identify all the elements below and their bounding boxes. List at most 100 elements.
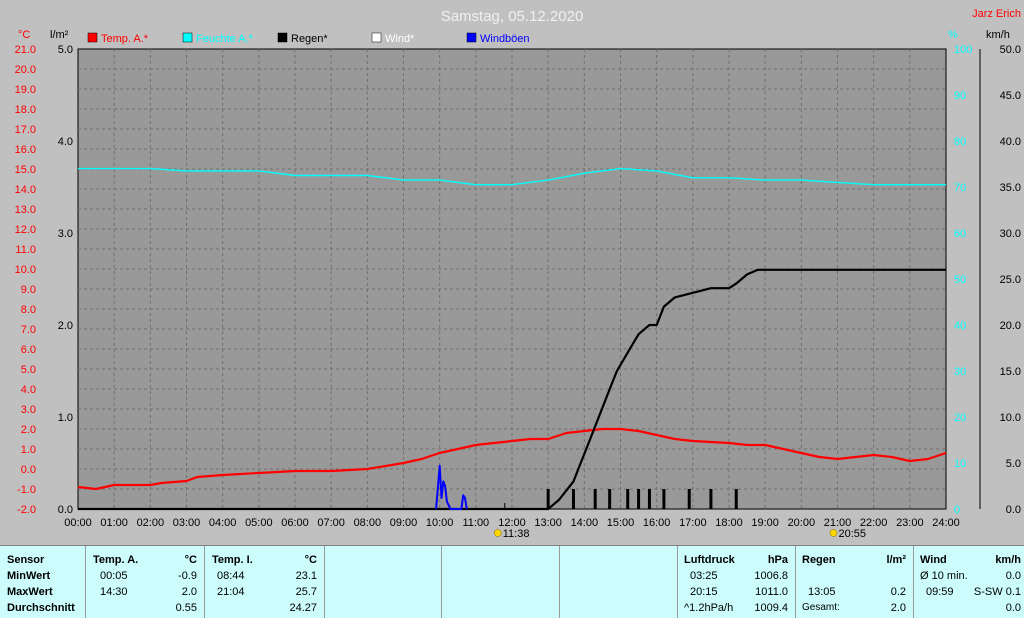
temp-tick-label: 13.0	[15, 204, 36, 216]
pressure-trend-label: ^1.2hPa/h	[684, 602, 734, 614]
temp-tick-label: 19.0	[15, 84, 36, 96]
wind-tick-label: 50.0	[1000, 44, 1021, 56]
humidity-tick-label: 50	[954, 274, 966, 286]
temp-i-max: 25.7	[295, 586, 317, 598]
temp-a-max: 2.0	[181, 586, 197, 598]
temp-tick-label: 1.0	[21, 444, 36, 456]
pressure-unit: hPa	[767, 554, 788, 566]
temp-i-header: Temp. I.	[212, 554, 253, 566]
wind-tick-label: 20.0	[1000, 320, 1021, 332]
pressure-max: 1011.0	[755, 586, 788, 598]
stats-rain-col: Regen l/m² 13:05 0.2 Gesamt: 2.0	[796, 546, 914, 618]
sunrise-icon	[493, 529, 502, 537]
rain-unit-label: l/m²	[50, 29, 69, 41]
temp-tick-label: 18.0	[15, 104, 36, 116]
chart-title: Samstag, 05.12.2020	[441, 8, 584, 25]
humidity-tick-label: 90	[954, 90, 966, 102]
humidity-tick-label: 100	[954, 44, 972, 56]
rain-total-label: Gesamt:	[802, 602, 840, 613]
x-tick-label: 20:00	[788, 517, 816, 529]
humidity-tick-label: 70	[954, 182, 966, 194]
x-tick-label: 00:00	[64, 517, 92, 529]
rain-max: 0.2	[890, 586, 906, 598]
humidity-tick-label: 20	[954, 412, 966, 424]
temp-i-min-time: 08:44	[217, 570, 245, 582]
wind-tick-label: 40.0	[1000, 136, 1021, 148]
temp-tick-label: -2.0	[17, 504, 36, 516]
sunrise-time: 11:38	[503, 528, 530, 540]
x-tick-label: 24:00	[932, 517, 960, 529]
wind-tick-label: 10.0	[1000, 412, 1021, 424]
sunset-time: 20:55	[838, 528, 866, 540]
wind-avg: 0.0	[1005, 570, 1021, 582]
rain-tick-label: 5.0	[58, 44, 73, 56]
stats-row-avg: Durchschnitt	[7, 602, 75, 614]
legend-swatch	[466, 32, 477, 43]
x-tick-label: 10:00	[426, 517, 454, 529]
legend-swatch	[371, 32, 382, 43]
weather-chart: Samstag, 05.12.2020 Jarz Erich Temp. A.*…	[15, 8, 1021, 540]
temp-a-avg: 0.55	[175, 602, 197, 614]
wind-max: S-SW 0.1	[973, 586, 1021, 598]
legend: Temp. A.* Feuchte A.* Regen* Wind* Windböen	[87, 32, 530, 45]
rain-tick-label: 0.0	[58, 504, 73, 516]
legend-swatch	[182, 32, 193, 43]
wind-header: Wind	[920, 554, 947, 566]
humidity-tick-label: 80	[954, 136, 966, 148]
wind-tick-label: 5.0	[1006, 458, 1021, 470]
rain-tick-label: 3.0	[58, 228, 73, 240]
temp-tick-label: 5.0	[21, 364, 36, 376]
stats-empty-col-2	[442, 546, 560, 618]
wind-tick-label: 45.0	[1000, 90, 1021, 102]
author-label: Jarz Erich	[972, 8, 1021, 20]
x-tick-label: 04:00	[209, 517, 237, 529]
legend-swatch	[87, 32, 98, 43]
humidity-tick-label: 10	[954, 458, 966, 470]
x-tick-label: 02:00	[137, 517, 165, 529]
rain-total: 2.0	[890, 602, 906, 614]
x-tick-label: 19:00	[751, 517, 779, 529]
wind-unit-label: km/h	[986, 29, 1010, 41]
x-tick-label: 08:00	[354, 517, 382, 529]
pressure-min: 1006.8	[754, 570, 788, 582]
temp-tick-label: 15.0	[15, 164, 36, 176]
rain-bar	[608, 489, 612, 509]
x-tick-label: 09:00	[390, 517, 418, 529]
temp-tick-label: 20.0	[15, 64, 36, 76]
humidity-tick-label: 0	[954, 504, 960, 516]
temp-a-unit: °C	[184, 554, 197, 566]
temp-tick-label: 16.0	[15, 144, 36, 156]
x-tick-label: 14:00	[571, 517, 599, 529]
temp-tick-label: 9.0	[21, 284, 36, 296]
legend-label: Windböen	[480, 33, 530, 45]
stats-temp-i-col: Temp. I. °C 08:44 23.1 21:04 25.7 24.27	[205, 546, 325, 618]
legend-label: Temp. A.*	[101, 33, 149, 45]
temp-tick-label: 12.0	[15, 224, 36, 236]
x-tick-label: 18:00	[715, 517, 743, 529]
legend-swatch	[277, 32, 288, 43]
sunset-icon	[829, 529, 838, 537]
temp-tick-label: 17.0	[15, 124, 36, 136]
stats-empty-col-3	[560, 546, 678, 618]
pressure-trend-value: 1009.4	[754, 602, 788, 614]
temp-i-min: 23.1	[295, 570, 317, 582]
wind-tick-label: 25.0	[1000, 274, 1021, 286]
x-tick-label: 23:00	[896, 517, 924, 529]
temp-tick-label: 7.0	[21, 324, 36, 336]
temp-tick-label: 21.0	[15, 44, 36, 56]
pressure-header: Luftdruck	[684, 554, 735, 566]
temp-i-unit: °C	[304, 554, 317, 566]
rain-bar	[637, 489, 641, 509]
temp-tick-label: -1.0	[17, 484, 36, 496]
temp-tick-label: 10.0	[15, 264, 36, 276]
stats-panel: Sensor MinWert MaxWert Durchschnitt Temp…	[0, 545, 1024, 618]
x-tick-label: 03:00	[173, 517, 201, 529]
temp-a-min: -0.9	[178, 570, 197, 582]
wind-unit: km/h	[995, 554, 1021, 566]
rain-tick-label: 1.0	[58, 412, 73, 424]
pressure-max-time: 20:15	[690, 586, 718, 598]
stats-empty-col-1	[325, 546, 442, 618]
temp-tick-label: 14.0	[15, 184, 36, 196]
legend-label: Regen*	[291, 33, 328, 45]
temp-a-max-time: 14:30	[100, 586, 128, 598]
